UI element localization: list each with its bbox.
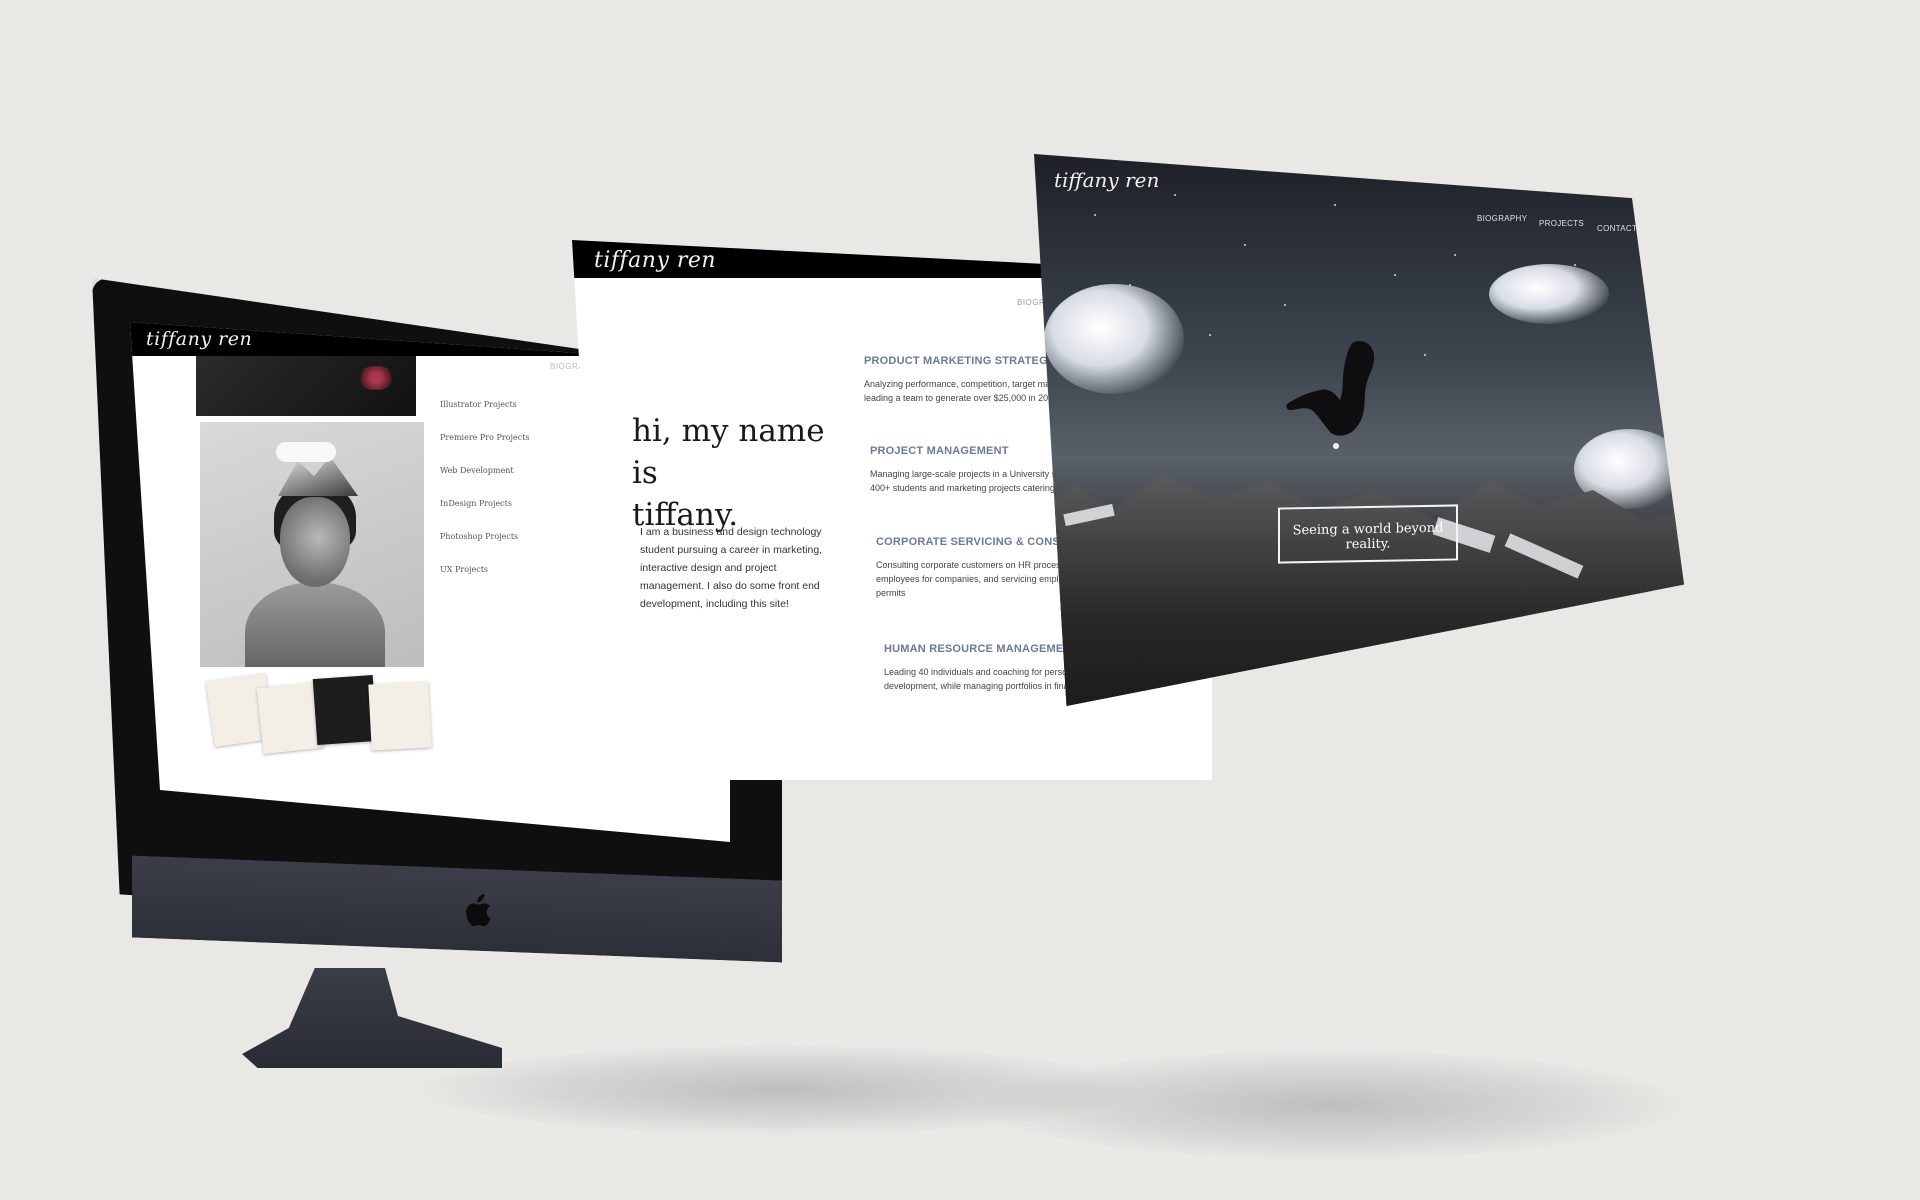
cloud	[1489, 264, 1609, 324]
site-logo[interactable]: tiffany ren	[1054, 168, 1159, 192]
menu-item-web-development[interactable]: Web Development	[440, 466, 580, 499]
menu-item-premiere[interactable]: Premiere Pro Projects	[440, 433, 580, 466]
floating-figure	[1286, 340, 1375, 449]
site-logo[interactable]: tiffany ren	[594, 248, 716, 273]
nav-contact-link[interactable]: CONTACT	[1597, 224, 1637, 233]
apple-logo-icon	[466, 894, 491, 927]
floor-shadow-right	[980, 1050, 1680, 1160]
nav-biography-link[interactable]: BIOGRAPHY	[1477, 214, 1527, 223]
thumbnail[interactable]	[368, 681, 432, 751]
project-image-top[interactable]	[196, 356, 416, 416]
menu-item-indesign[interactable]: InDesign Projects	[440, 499, 580, 532]
mountain-range	[1034, 474, 1684, 706]
menu-item-ux[interactable]: UX Projects	[440, 565, 580, 598]
tagline-box[interactable]: Seeing a world beyond reality.	[1278, 504, 1458, 564]
project-category-menu: Illustrator Projects Premiere Pro Projec…	[440, 400, 580, 598]
menu-item-illustrator[interactable]: Illustrator Projects	[440, 400, 580, 433]
imac-stand	[242, 968, 502, 1068]
intro-heading: hi, my name is tiffany.	[632, 410, 852, 536]
cloud	[1044, 284, 1184, 394]
project-thumbnails[interactable]	[205, 673, 440, 754]
home-page-panel: tiffany ren BIOGRAPHY PROJECTS CONTACT S…	[1034, 154, 1684, 706]
mockup-scene: tiffany ren BIOGRAPHY Illustrator Projec…	[0, 0, 1920, 1200]
project-image-portrait[interactable]	[200, 422, 424, 667]
site-logo[interactable]: tiffany ren	[146, 328, 252, 350]
intro-paragraph: I am a business and design technology st…	[640, 526, 823, 610]
intro-heading-line: hi, my name is	[632, 413, 825, 491]
nav-projects-link[interactable]: PROJECTS	[1539, 219, 1584, 228]
tagline-text: Seeing a world beyond reality.	[1292, 520, 1444, 553]
menu-item-photoshop[interactable]: Photoshop Projects	[440, 532, 580, 565]
